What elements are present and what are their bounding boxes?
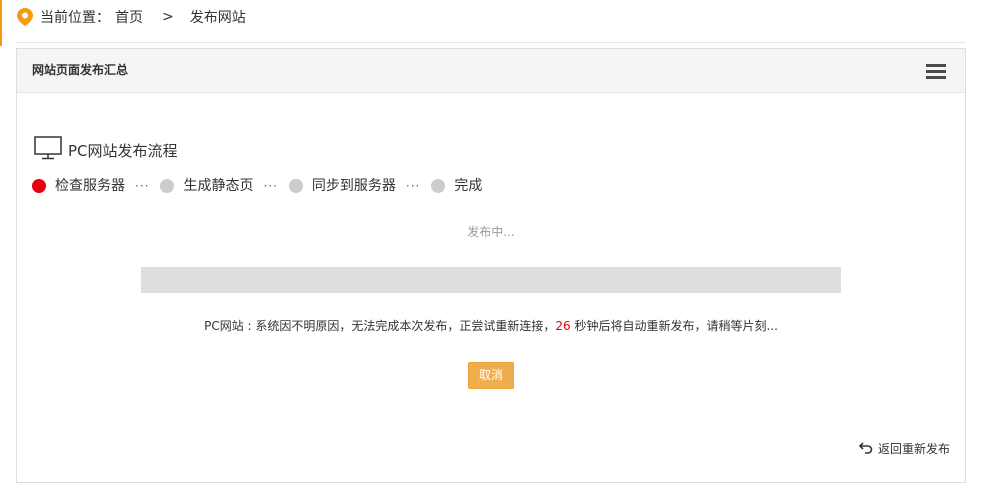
step-generate-static: 生成静态页: [160, 176, 253, 196]
republish-link[interactable]: 返回重新发布: [858, 440, 950, 456]
countdown-seconds: 26: [555, 319, 571, 333]
breadcrumb-home-link[interactable]: 首页: [115, 7, 143, 27]
panel-title: 网站页面发布汇总: [32, 63, 129, 77]
breadcrumb-divider: [16, 42, 966, 43]
location-pin-icon: [17, 8, 33, 26]
step-label: 检查服务器: [55, 178, 125, 194]
step-separator: ···: [405, 179, 421, 193]
step-status-dot: [32, 179, 46, 193]
monitor-icon: [34, 136, 62, 160]
breadcrumb-current: 发布网站: [189, 10, 246, 26]
progress-bar: [141, 267, 841, 293]
step-label: 完成: [454, 178, 483, 194]
publish-status-text: 发布中...: [467, 225, 515, 239]
breadcrumb-label: 当前位置：: [40, 10, 110, 26]
step-status-dot: [431, 179, 446, 193]
step-sync-server: 同步到服务器: [288, 176, 396, 196]
message-suffix: 秒钟后将自动重新发布，请稍等片刻...: [570, 319, 778, 333]
republish-label: 返回重新发布: [877, 441, 950, 456]
step-status-dot: [288, 179, 303, 193]
breadcrumb: 当前位置： 首页 > 发布网站: [16, 0, 966, 34]
step-label: 生成静态页: [183, 178, 254, 194]
panel-header: 网站页面发布汇总: [17, 49, 965, 93]
step-status-dot: [160, 179, 175, 193]
step-label: 同步到服务器: [311, 178, 396, 194]
publish-summary-panel: 网站页面发布汇总 PC网站发布流程 检查服务器 ··· 生成静态页 ··· 同步…: [16, 48, 966, 483]
undo-icon: [858, 441, 873, 455]
step-check-server: 检查服务器: [32, 176, 125, 196]
error-message: PC网站 : 系统因不明原因，无法完成本次发布，正尝试重新连接，26 秒钟后将自…: [17, 318, 965, 334]
breadcrumb-separator: >: [162, 9, 174, 25]
step-separator: ···: [263, 179, 278, 193]
flow-steps: 检查服务器 ··· 生成静态页 ··· 同步到服务器 ··· 完成: [32, 176, 482, 196]
message-prefix: PC网站 : 系统因不明原因，无法完成本次发布，正尝试重新连接，: [204, 319, 556, 333]
flow-title: PC网站发布流程: [68, 142, 178, 160]
hamburger-menu-icon[interactable]: [926, 64, 946, 79]
cancel-button[interactable]: 取消: [468, 362, 514, 389]
accent-bar: [0, 0, 2, 46]
step-separator: ···: [135, 179, 150, 193]
step-complete: 完成: [431, 176, 482, 196]
